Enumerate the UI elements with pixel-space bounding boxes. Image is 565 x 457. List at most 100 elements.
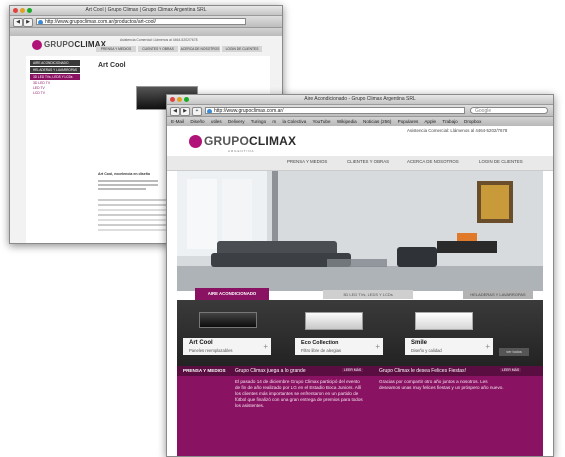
window-title: Aire Acondicionado - Grupo Climax Argent…	[304, 96, 416, 102]
bookmark-item[interactable]: Diseño	[190, 119, 204, 124]
plus-icon[interactable]: +	[375, 342, 380, 351]
back-button[interactable]: ◀	[170, 107, 180, 116]
product-subtitle: Art Cool, excelencia en diseño	[98, 172, 151, 176]
globe-icon	[207, 109, 212, 113]
plus-icon[interactable]: +	[263, 342, 268, 351]
sidebar-item-aire[interactable]: AIRE ACONDICIONADO	[30, 60, 80, 66]
tab-heladeras[interactable]: HELADERAS Y LAVARROPAS	[463, 290, 533, 299]
product-desc: Filtro libre de alergias	[301, 348, 342, 353]
top-nav: PRENSA Y MEDIOS CLIENTES Y OBRAS ACERCA …	[167, 156, 553, 171]
address-bar[interactable]: http://www.grupoclimax.com.ar/	[205, 107, 465, 114]
product-name: Eco Collection	[301, 340, 339, 346]
nav-prensa[interactable]: PRENSA Y MEDIOS	[287, 159, 327, 164]
phone-text: Asistencia Comercial: Llámenos al 4464-5…	[407, 128, 508, 133]
plus-icon[interactable]: +	[485, 342, 490, 351]
minimize-icon[interactable]	[177, 97, 182, 102]
leer-mas-link-1[interactable]: LEER MÁS	[342, 368, 364, 372]
sidebar-item-tvs[interactable]: 3D LED TVs, LEDS Y LCDs	[30, 74, 80, 80]
sidebar-item-lcd[interactable]: LCD TV	[30, 91, 80, 96]
site-logo[interactable]: GRUPOCLIMAX	[189, 134, 297, 149]
tab-tvs[interactable]: 3D LED TVs, LEDS Y LCDs	[323, 290, 413, 299]
ver-todos-button[interactable]: ver todos	[499, 348, 529, 356]
window-title: Art Cool | Grupo Climax | Grupo Climax A…	[85, 7, 207, 13]
product-image-eco	[305, 312, 363, 330]
bookmark-item[interactable]: utiles	[211, 119, 222, 124]
forward-button[interactable]: ▶	[23, 18, 33, 27]
logo-prefix: GRUPO	[204, 134, 250, 148]
forward-button[interactable]: ▶	[180, 107, 190, 116]
window-titlebar: Aire Acondicionado - Grupo Climax Argent…	[167, 95, 553, 105]
back-button[interactable]: ◀	[13, 18, 23, 27]
address-text: http://www.grupoclimax.com.ar/productos/…	[45, 19, 156, 25]
nav-login[interactable]: LOGIN DE CLIENTES	[222, 46, 262, 52]
logo-mark-icon	[32, 40, 42, 50]
logo-prefix: GRUPO	[44, 40, 75, 50]
logo-mark-icon	[189, 135, 202, 149]
bookmark-item[interactable]: Noticias (256)	[363, 119, 391, 124]
browser-toolbar: ◀ ▶ http://www.grupoclimax.com.ar/produc…	[10, 16, 282, 28]
hero-image	[177, 171, 543, 291]
add-bookmark-button[interactable]: +	[192, 107, 202, 116]
zoom-icon[interactable]	[184, 97, 189, 102]
tab-aire[interactable]: AIRE ACONDICIONADO	[195, 288, 269, 300]
minimize-icon[interactable]	[20, 8, 25, 13]
site-header: GRUPOCLIMAX ARGENTINA Asistencia Comerci…	[167, 126, 553, 156]
globe-icon	[38, 20, 43, 24]
product-desc: Diseño y calidad	[411, 348, 442, 353]
bookmark-item[interactable]: Wikipedia	[337, 119, 357, 124]
bookmark-item[interactable]: Apple	[424, 119, 436, 124]
bookmark-item[interactable]: la Colectiva	[283, 119, 307, 124]
nav-prensa[interactable]: PRENSA Y MEDIOS	[96, 46, 136, 52]
product-name: Art Cool	[189, 340, 213, 346]
spec-table	[98, 196, 168, 234]
bookmark-item[interactable]: Populares	[398, 119, 419, 124]
search-input[interactable]: Google	[470, 107, 548, 114]
bookmark-item[interactable]: E-Mail	[171, 119, 184, 124]
leer-mas-link-2[interactable]: LEER MÁS	[500, 368, 522, 372]
logo-suffix: CLIMAX	[249, 134, 297, 148]
news-headline-2[interactable]: Grupo Climax le desea Felices Fiestas!	[379, 368, 466, 374]
nav-login[interactable]: LOGIN DE CLIENTES	[479, 159, 523, 164]
sidebar: AIRE ACONDICIONADO HELADERAS Y LAVARROPA…	[30, 60, 80, 96]
living-room-illustration	[177, 171, 543, 291]
tab-aire-label: AIRE ACONDICIONADO	[207, 291, 257, 296]
window-titlebar: Art Cool | Grupo Climax | Grupo Climax A…	[10, 6, 282, 16]
close-icon[interactable]	[13, 8, 18, 13]
search-placeholder: Google	[475, 108, 492, 114]
product-name: Smile	[411, 340, 428, 346]
news-section: PRENSA Y MEDIOS Grupo Climax juega a lo …	[177, 366, 543, 456]
product-description	[98, 178, 158, 192]
top-nav: PRENSA Y MEDIOS CLIENTES Y OBRAS ACERCA …	[96, 46, 262, 52]
bookmark-item[interactable]: Trabajo	[442, 119, 457, 124]
bookmark-item[interactable]: YouTube	[312, 119, 330, 124]
bookmark-item[interactable]: Turingo	[251, 119, 266, 124]
product-desc: Paneles reemplazables	[189, 348, 233, 353]
news-body-2: Gracias por compartir otro año juntos a …	[379, 379, 504, 390]
news-body-1: El pasado 14 de diciembre Grupo Climax p…	[235, 379, 363, 408]
close-icon[interactable]	[170, 97, 175, 102]
bookmark-item[interactable]: Delivery	[228, 119, 245, 124]
address-bar[interactable]: http://www.grupoclimax.com.ar/productos/…	[36, 18, 246, 25]
nav-acerca[interactable]: ACERCA DE NOSOTROS	[180, 46, 220, 52]
bookmark-item[interactable]: m	[272, 119, 276, 124]
desktop: { "back_window": { "title": "Art Cool | …	[0, 0, 565, 457]
logo-tagline: ARGENTINA	[228, 149, 255, 153]
tab-heladeras-label: HELADERAS Y LAVARROPAS	[470, 292, 526, 297]
product-card-eco[interactable]: Eco Collection Filtro libre de alergias …	[295, 338, 383, 355]
product-image-smile	[415, 312, 473, 330]
sidebar-item-heladeras[interactable]: HELADERAS Y LAVARROPAS	[30, 67, 80, 73]
news-section-title: PRENSA Y MEDIOS	[183, 368, 226, 373]
product-card-art-cool[interactable]: Art Cool Paneles reemplazables +	[183, 338, 271, 355]
product-card-smile[interactable]: Smile Diseño y calidad +	[405, 338, 493, 355]
nav-clientes[interactable]: CLIENTES Y OBRAS	[138, 46, 178, 52]
news-headline-1[interactable]: Grupo Climax juega a lo grande	[235, 368, 306, 374]
address-text: http://www.grupoclimax.com.ar/	[214, 108, 284, 114]
browser-toolbar: ◀ ▶ + http://www.grupoclimax.com.ar/ Goo…	[167, 105, 553, 117]
bookmark-item[interactable]: Dropbox	[464, 119, 481, 124]
tab-tvs-label: 3D LED TVs, LEDS Y LCDs	[343, 292, 393, 297]
nav-clientes[interactable]: CLIENTES Y OBRAS	[347, 159, 389, 164]
zoom-icon[interactable]	[27, 8, 32, 13]
nav-acerca[interactable]: ACERCA DE NOSOTROS	[407, 159, 459, 164]
phone-text: Asistencia Comercial: Llámenos al 4464-5…	[120, 38, 198, 42]
product-title: Art Cool	[98, 62, 126, 69]
